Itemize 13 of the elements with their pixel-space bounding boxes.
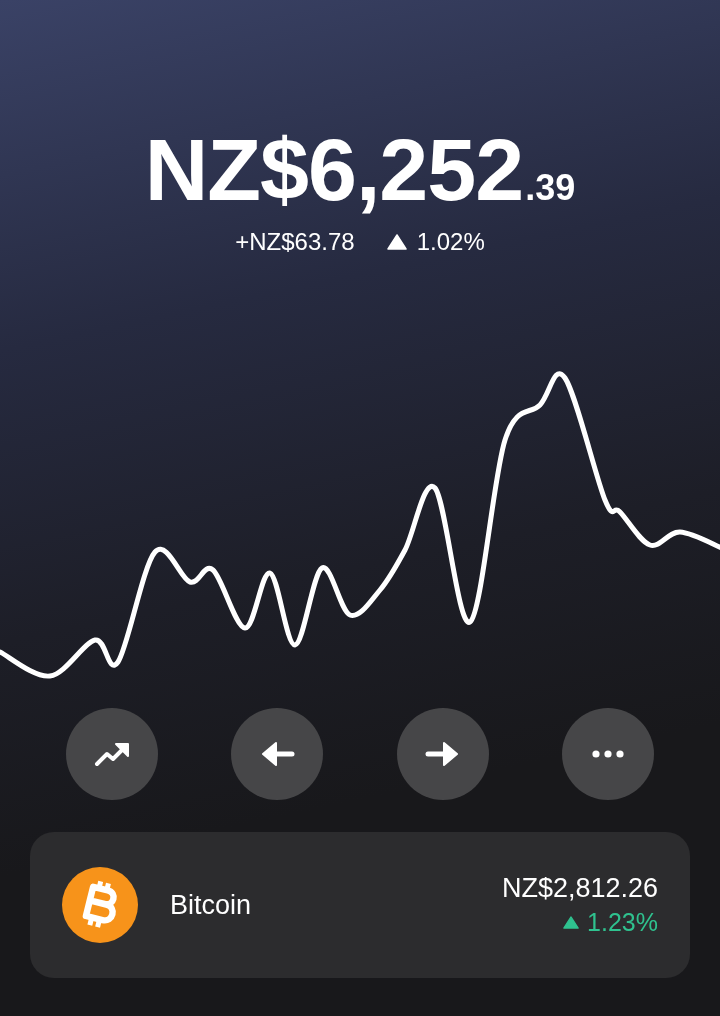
- asset-price: NZ$2,812.26: [501, 873, 658, 904]
- right-arrow-icon: [424, 740, 461, 768]
- balance-cents: .39: [525, 167, 576, 209]
- asset-change-percent: 1.23%: [587, 908, 658, 937]
- left-arrow-icon: [259, 740, 296, 768]
- trend-arrow-icon: [94, 740, 130, 768]
- asset-name: Bitcoin: [170, 889, 253, 921]
- balance-amount: NZ$6,252: [144, 120, 524, 220]
- asset-card[interactable]: Bitcoin NZ$2,812.26 1.23%: [30, 832, 690, 978]
- bitcoin-icon: [62, 867, 138, 943]
- change-percent: 1.02%: [416, 228, 485, 256]
- more-icon: [592, 750, 624, 758]
- change-amount: +NZ$63.78: [235, 228, 355, 256]
